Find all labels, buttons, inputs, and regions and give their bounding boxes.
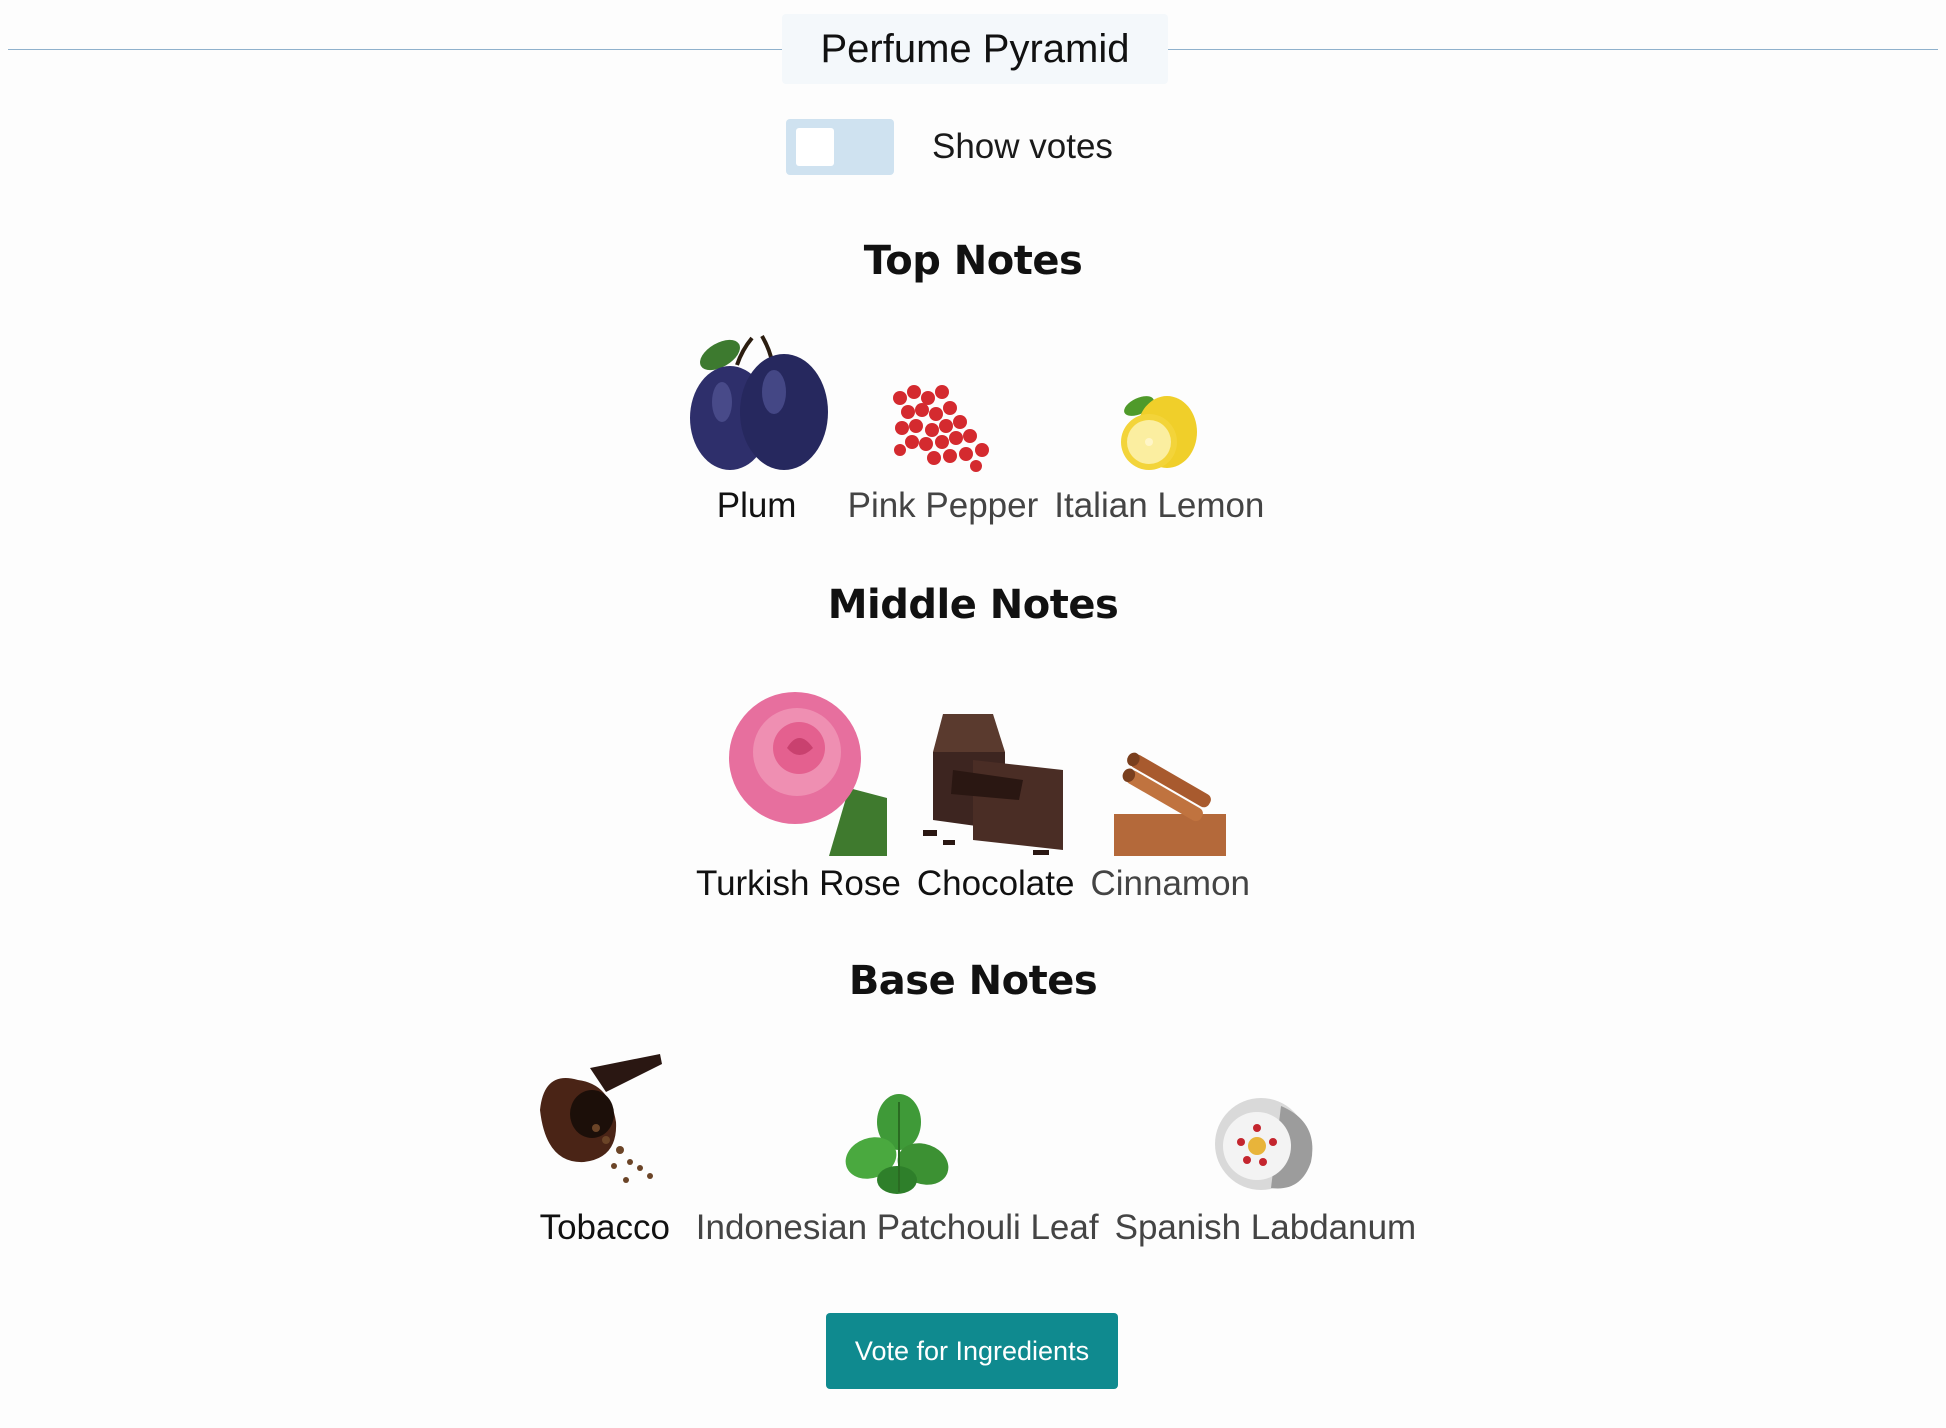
header: Perfume Pyramid — [8, 14, 1938, 84]
note-italian-lemon[interactable]: Italian Lemon — [1054, 378, 1264, 526]
note-spanish-labdanum[interactable]: Spanish Labdanum — [1114, 1092, 1417, 1248]
note-label: Spanish Labdanum — [1114, 1208, 1417, 1247]
note-pink-pepper[interactable]: Pink Pepper — [847, 368, 1039, 526]
note-label: Indonesian Patchouli Leaf — [695, 1208, 1099, 1247]
lemon-icon — [1109, 378, 1209, 478]
middle-notes-heading: Middle Notes — [827, 582, 1119, 628]
note-label: Tobacco — [539, 1208, 670, 1247]
note-cinnamon[interactable]: Cinnamon — [1090, 744, 1250, 904]
tobacco-pipe-icon — [530, 1050, 680, 1200]
note-indonesian-patchouli-leaf[interactable]: Indonesian Patchouli Leaf — [696, 1092, 1099, 1248]
chocolate-icon — [922, 710, 1069, 856]
patchouli-leaf-icon — [843, 1092, 951, 1200]
page-title: Perfume Pyramid — [782, 14, 1168, 84]
note-label: Cinnamon — [1090, 864, 1251, 903]
base-notes-row: Tobacco Indonesian Patchouli Leaf Spanis… — [0, 1050, 1946, 1248]
show-votes-label: Show votes — [932, 127, 1113, 166]
note-label: Turkish Rose — [695, 864, 901, 903]
show-votes-toggle-row: Show votes — [786, 119, 1113, 175]
labdanum-flower-icon — [1211, 1092, 1319, 1200]
note-label: Pink Pepper — [847, 486, 1039, 525]
top-notes-row: Plum Pink Pepper Italian Lemon — [0, 330, 1946, 526]
middle-notes-row: Turkish Rose Chocolate Cinnamon — [0, 678, 1946, 904]
cinnamon-icon — [1114, 744, 1227, 856]
note-chocolate[interactable]: Chocolate — [916, 710, 1075, 904]
note-tobacco[interactable]: Tobacco — [530, 1050, 680, 1248]
note-label: Plum — [716, 486, 797, 525]
note-label: Chocolate — [916, 864, 1075, 903]
top-notes-heading: Top Notes — [863, 238, 1083, 284]
vote-for-ingredients-button[interactable]: Vote for Ingredients — [826, 1313, 1118, 1389]
note-turkish-rose[interactable]: Turkish Rose — [696, 678, 901, 904]
note-label: Italian Lemon — [1054, 486, 1265, 525]
show-votes-toggle[interactable] — [786, 119, 894, 175]
note-plum[interactable]: Plum — [682, 330, 832, 526]
rose-icon — [709, 678, 888, 856]
toggle-knob — [796, 128, 834, 166]
plum-icon — [682, 330, 832, 478]
pink-pepper-icon — [888, 368, 998, 478]
base-notes-heading: Base Notes — [848, 958, 1098, 1004]
